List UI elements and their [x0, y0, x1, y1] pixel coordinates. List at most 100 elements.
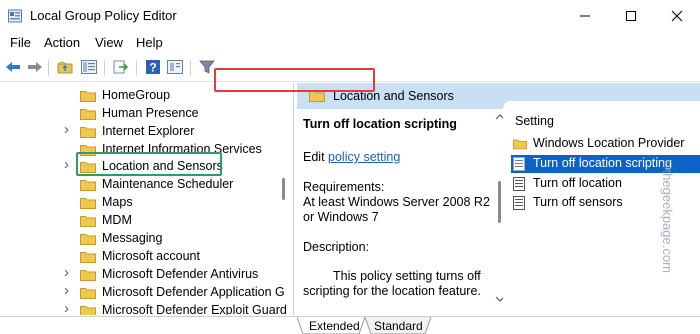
- toolbar-separator: [104, 60, 105, 76]
- tree-item[interactable]: › Internet Explorer: [0, 121, 280, 141]
- up-folder-button[interactable]: [56, 58, 74, 76]
- tree-item[interactable]: › Microsoft Defender Application G: [0, 282, 285, 302]
- expand-chevron-icon[interactable]: ›: [64, 121, 69, 138]
- description-line-1: This policy setting turns off: [333, 269, 481, 283]
- folder-icon: [80, 306, 96, 315]
- tree-item[interactable]: Maps: [0, 194, 280, 212]
- folder-icon: [80, 91, 96, 102]
- tree-item[interactable]: Human Presence: [0, 105, 280, 123]
- filter-icon: [199, 60, 215, 74]
- folder-icon: [80, 270, 96, 281]
- menu-action[interactable]: Action: [44, 35, 80, 50]
- back-icon: [6, 62, 20, 72]
- expand-chevron-icon[interactable]: ›: [64, 156, 69, 173]
- tree-item-label: Microsoft Defender Exploit Guard: [102, 303, 287, 315]
- tree-item[interactable]: › Microsoft Defender Antivirus: [0, 264, 280, 284]
- tree-item-label: Internet Explorer: [102, 124, 195, 138]
- expand-chevron-icon[interactable]: ›: [64, 264, 69, 281]
- tree-item[interactable]: › Microsoft Defender Exploit Guard: [0, 300, 287, 315]
- policy-setting-icon: [513, 157, 525, 171]
- folder-icon: [80, 234, 96, 245]
- requirements-line-2: or Windows 7: [303, 210, 379, 224]
- green-highlight-box: [76, 152, 222, 176]
- export-list-icon: [113, 60, 129, 74]
- svg-text:?: ?: [149, 61, 156, 75]
- folder-icon: [80, 198, 96, 209]
- red-highlight-box: [214, 68, 375, 92]
- properties-button[interactable]: [166, 58, 184, 76]
- edit-policy-line: Edit policy setting: [303, 150, 400, 164]
- toolbar-separator: [48, 60, 49, 76]
- minimize-button[interactable]: [562, 0, 608, 32]
- minimize-icon: [580, 15, 590, 17]
- edit-label: Edit: [303, 150, 325, 164]
- tree-item[interactable]: Microsoft account: [0, 248, 280, 266]
- expand-chevron-icon[interactable]: ›: [64, 300, 69, 315]
- export-list-button[interactable]: [112, 58, 130, 76]
- expand-chevron-icon[interactable]: ›: [64, 282, 69, 299]
- title-bar: Local Group Policy Editor: [0, 0, 700, 32]
- setting-label: Turn off sensors: [533, 195, 623, 209]
- details-pane: Location and Sensors Turn off location s…: [297, 83, 700, 315]
- setting-row-windows-location-provider[interactable]: Windows Location Provider: [511, 135, 700, 153]
- folder-icon: [80, 109, 96, 120]
- tree-item-label: Maps: [102, 195, 133, 209]
- close-button[interactable]: [654, 0, 700, 32]
- forward-button[interactable]: [26, 58, 44, 76]
- group-policy-app-icon: [8, 9, 22, 23]
- policy-setting-icon: [513, 177, 525, 191]
- show-hide-tree-icon: [81, 60, 97, 74]
- tree-item-label: Human Presence: [102, 106, 199, 120]
- tree-item[interactable]: MDM: [0, 212, 280, 230]
- tree-item-label: Microsoft account: [102, 249, 200, 263]
- folder-icon: [80, 216, 96, 227]
- view-tabs: Extended Standard: [0, 316, 700, 334]
- policy-title: Turn off location scripting: [303, 117, 457, 131]
- show-hide-tree-button[interactable]: [80, 58, 98, 76]
- setting-label: Turn off location scripting: [533, 156, 672, 170]
- setting-column-header[interactable]: Setting: [515, 114, 554, 128]
- tree-item[interactable]: Messaging: [0, 230, 280, 248]
- back-button[interactable]: [4, 58, 22, 76]
- requirements-line-1: At least Windows Server 2008 R2: [303, 195, 490, 209]
- edit-policy-setting-link[interactable]: policy setting: [328, 150, 400, 164]
- tree-item-label: HomeGroup: [102, 88, 171, 102]
- policy-tree: HomeGroup Human Presence › Internet Explore…: [0, 83, 294, 315]
- toolbar-separator: [190, 60, 191, 76]
- properties-icon: [167, 60, 183, 74]
- tree-item[interactable]: Maintenance Scheduler: [0, 176, 280, 194]
- menu-help[interactable]: Help: [136, 35, 163, 50]
- requirements-label: Requirements:: [303, 180, 385, 194]
- close-icon: [671, 10, 683, 22]
- help-button[interactable]: ?: [144, 58, 162, 76]
- window-title: Local Group Policy Editor: [30, 8, 177, 23]
- tree-item-label: MDM: [102, 213, 132, 227]
- folder-icon: [80, 180, 96, 191]
- description-line-2: scripting for the location feature.: [303, 284, 481, 298]
- setting-label: Turn off location: [533, 176, 622, 190]
- description-label: Description:: [303, 240, 369, 254]
- tree-item-label: Maintenance Scheduler: [102, 177, 234, 191]
- folder-icon: [80, 127, 96, 138]
- tree-scrollbar-thumb[interactable]: [282, 178, 285, 200]
- tree-item-label: Microsoft Defender Antivirus: [102, 267, 259, 281]
- menu-view[interactable]: View: [95, 35, 123, 50]
- forward-icon: [28, 62, 42, 72]
- tab-standard[interactable]: Standard: [374, 317, 423, 334]
- tree-item-label: Messaging: [102, 231, 163, 245]
- maximize-button[interactable]: [608, 0, 654, 32]
- menu-bar: File Action View Help: [0, 32, 700, 54]
- tab-extended[interactable]: Extended: [309, 317, 360, 334]
- menu-file[interactable]: File: [10, 35, 31, 50]
- folder-icon: [80, 252, 96, 263]
- watermark: ©thegeekpage.com: [660, 160, 675, 273]
- help-icon: ?: [146, 60, 160, 75]
- folder-icon: [80, 288, 96, 299]
- folder-icon: [513, 139, 527, 150]
- setting-label: Windows Location Provider: [533, 136, 685, 150]
- policy-setting-icon: [513, 196, 525, 210]
- toolbar-separator: [136, 60, 137, 76]
- scrollbar-thumb[interactable]: [498, 181, 501, 223]
- maximize-icon: [626, 11, 636, 21]
- tree-item-label: Microsoft Defender Application G: [102, 285, 285, 299]
